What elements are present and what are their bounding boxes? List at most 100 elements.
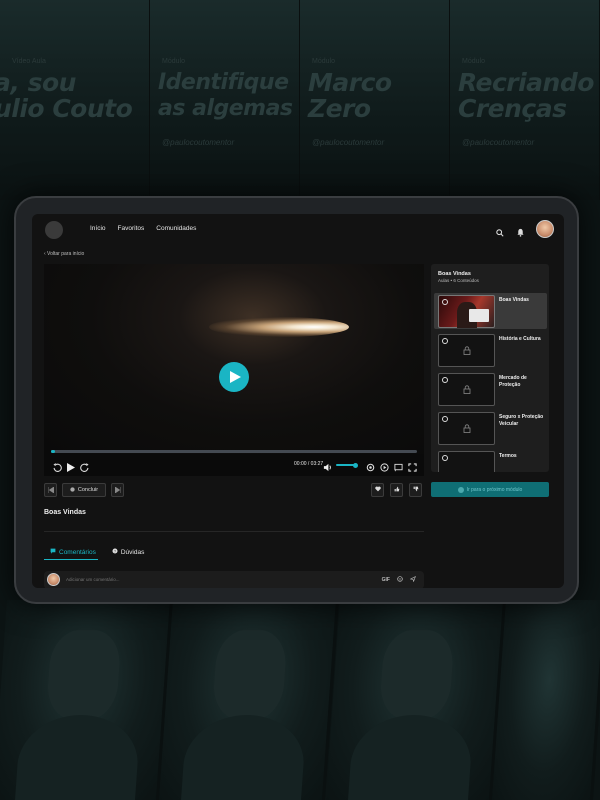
lesson-status-radio (442, 455, 448, 461)
divider (44, 531, 424, 532)
logo[interactable] (45, 221, 63, 239)
time-display: 00:00 / 03:27 (294, 461, 324, 467)
forward-icon[interactable] (80, 459, 89, 476)
module-title: Boas Vindas (438, 271, 471, 277)
user-avatar[interactable] (536, 220, 554, 238)
progress-fill (51, 450, 55, 453)
lesson-item-mercado[interactable]: Mercado de Proteção (434, 371, 547, 407)
person-face (45, 630, 122, 720)
volume-slider[interactable] (336, 462, 358, 468)
tab-doubts[interactable]: ? Dúvidas (112, 545, 144, 559)
lesson-item-seguro[interactable]: Seguro x Proteção Veicular (434, 410, 547, 446)
lesson-item-termos[interactable]: Termos (434, 449, 547, 472)
bell-icon[interactable] (516, 224, 526, 237)
lesson-item-boas-vindas[interactable]: Boas Vindas (434, 293, 547, 329)
background-posters: Vídeo Aula a, sou ulio Couto Módulo Iden… (0, 0, 600, 200)
cast-icon[interactable] (394, 459, 403, 476)
play-icon[interactable] (67, 459, 75, 476)
person-face (211, 630, 288, 720)
heart-button[interactable] (371, 483, 384, 497)
lesson-label: História e Cultura (499, 336, 541, 342)
autoplay-icon[interactable] (380, 459, 389, 476)
comment-input[interactable] (66, 577, 366, 582)
back-link[interactable]: ‹ Voltar para início (44, 251, 84, 257)
poster-handle: @paulocoutomentor (462, 138, 535, 147)
poster-title: Identifique as algemas (158, 70, 293, 121)
poster-handle: @paulocoutomentor (162, 138, 235, 147)
lesson-actions: Concluir (44, 483, 424, 499)
next-icon (457, 486, 464, 493)
question-icon: ? (112, 548, 118, 556)
lesson-label: Seguro x Proteção Veicular (499, 414, 544, 427)
comment-tools: GIF (382, 575, 416, 584)
emoji-icon[interactable] (397, 576, 403, 584)
settings-icon[interactable] (366, 459, 375, 476)
person-torso (179, 715, 307, 800)
check-circle-icon (70, 486, 75, 494)
module-subtitle: Aulas • 6 Conteúdos (438, 278, 479, 283)
nav-right (496, 220, 554, 238)
laptop-icon (469, 309, 489, 322)
next-module-label: Ir para o próximo módulo (466, 486, 523, 493)
lesson-status-radio (442, 299, 448, 305)
poster: Módulo Identifique as algemas @paulocout… (150, 0, 300, 200)
complete-label: Concluir (77, 487, 99, 493)
dislike-button[interactable] (409, 483, 422, 497)
video-frame (44, 264, 424, 454)
nav-links: Início Favoritos Comunidades (90, 225, 196, 232)
poster: Vídeo Aula a, sou ulio Couto (0, 0, 150, 200)
like-button[interactable] (390, 483, 403, 497)
rewind-icon[interactable] (53, 459, 62, 476)
poster-tag: Módulo (312, 58, 335, 65)
lesson-status-radio (442, 416, 448, 422)
lesson-thumbnail (438, 451, 495, 472)
poster-title: a, sou ulio Couto (0, 68, 133, 123)
poster-tag: Módulo (162, 58, 185, 65)
lesson-item-historia[interactable]: História e Cultura (434, 332, 547, 368)
nav-link-inicio[interactable]: Início (90, 225, 106, 232)
photo-panel (0, 600, 174, 800)
lock-icon (463, 381, 471, 399)
gif-button[interactable]: GIF (382, 577, 390, 583)
content-tabs: Comentários ? Dúvidas (44, 545, 144, 559)
person-torso (346, 715, 474, 800)
search-icon[interactable] (496, 224, 506, 237)
tab-underline (44, 559, 98, 560)
background-photos (0, 600, 600, 800)
tablet-frame: Início Favoritos Comunidades ‹ Voltar pa… (14, 196, 579, 604)
poster: Módulo Marco Zero @paulocoutomentor (300, 0, 450, 200)
play-button[interactable] (219, 362, 249, 392)
thumbs-down-icon (413, 486, 419, 494)
lesson-label: Termos (499, 453, 517, 459)
fullscreen-icon[interactable] (408, 459, 417, 476)
poster-title: Marco Zero (308, 68, 392, 123)
player-controls: 00:00 / 03:27 (44, 457, 424, 473)
lesson-status-radio (442, 377, 448, 383)
lesson-label: Mercado de Proteção (499, 375, 527, 388)
progress-bar[interactable] (51, 450, 417, 453)
lesson-status-radio (442, 338, 448, 344)
nav-link-favoritos[interactable]: Favoritos (118, 225, 145, 232)
prev-lesson-button[interactable] (44, 483, 57, 497)
poster-title: Recriando Crenças (458, 68, 594, 123)
top-nav: Início Favoritos Comunidades (32, 214, 564, 246)
commenter-avatar (47, 573, 60, 586)
video-player[interactable]: 00:00 / 03:27 (44, 264, 424, 476)
svg-text:?: ? (114, 550, 116, 554)
next-module-button[interactable]: Ir para o próximo módulo (431, 482, 549, 497)
complete-button[interactable]: Concluir (62, 483, 106, 497)
poster-handle: @paulocoutomentor (312, 138, 385, 147)
lesson-label: Boas Vindas (499, 297, 529, 303)
lock-icon (463, 342, 471, 360)
module-sidebar: Boas Vindas Aulas • 6 Conteúdos Boas Vin… (431, 264, 549, 472)
photo-panel (325, 600, 506, 800)
send-icon[interactable] (409, 575, 416, 584)
tab-comments[interactable]: Comentários (44, 545, 96, 559)
lesson-title: Boas Vindas (44, 509, 86, 516)
volume-icon[interactable] (323, 459, 332, 476)
tab-comments-label: Comentários (59, 548, 96, 556)
person-torso (13, 715, 141, 800)
tab-doubts-label: Dúvidas (120, 548, 145, 556)
next-lesson-button[interactable] (111, 483, 124, 497)
nav-link-comunidades[interactable]: Comunidades (156, 225, 196, 232)
